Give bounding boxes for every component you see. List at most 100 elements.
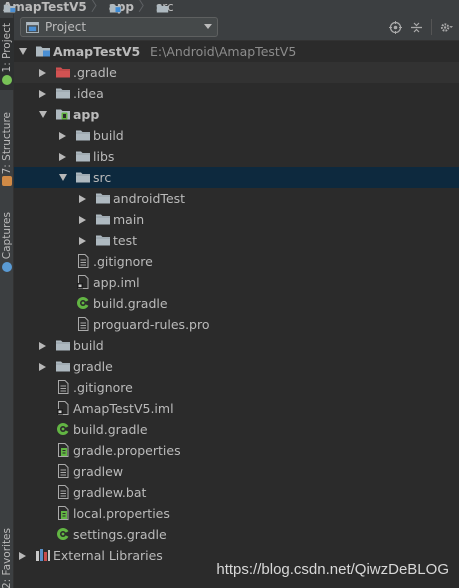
properties-file-icon	[55, 443, 71, 457]
tree-node-label: gradle.properties	[73, 443, 181, 458]
project-folder-icon	[3, 4, 16, 13]
tree-node[interactable]: .gitignore	[14, 377, 459, 398]
folder-icon	[55, 338, 71, 352]
tree-node[interactable]: build.gradle	[14, 293, 459, 314]
target-icon[interactable]	[389, 20, 402, 34]
breadcrumb-app[interactable]: app	[106, 0, 137, 14]
tree-node-label: build.gradle	[73, 422, 148, 437]
tree-node[interactable]: gradle	[14, 356, 459, 377]
collapsed-arrow-icon[interactable]	[38, 335, 47, 356]
folder-icon	[156, 4, 169, 13]
tree-node-label: app.iml	[93, 275, 140, 290]
tree-node[interactable]: gradle.properties	[14, 440, 459, 461]
folder-icon	[75, 149, 91, 163]
tree-node[interactable]: build	[14, 335, 459, 356]
chevron-down-icon	[204, 24, 212, 29]
tree-node[interactable]: androidTest	[14, 188, 459, 209]
tree-node[interactable]: build	[14, 125, 459, 146]
breadcrumb-separator: 〉	[138, 0, 153, 14]
collapsed-arrow-icon[interactable]	[78, 209, 87, 230]
properties-file-icon	[55, 506, 71, 520]
tool-tab-project[interactable]: 1: Project	[0, 18, 14, 90]
collapse-all-icon[interactable]	[410, 21, 423, 34]
collapsed-arrow-icon[interactable]	[38, 83, 47, 104]
collapsed-arrow-icon[interactable]	[78, 230, 87, 251]
tree-node-label: .gradle	[73, 65, 117, 80]
tree-node[interactable]: gradlew.bat	[14, 482, 459, 503]
tree-node[interactable]: libs	[14, 146, 459, 167]
breadcrumb-src[interactable]: src	[153, 0, 177, 14]
tree-node-label: gradlew	[73, 464, 124, 479]
iml-file-icon	[75, 275, 91, 289]
tree-node-label: proguard-rules.pro	[93, 317, 210, 332]
expanded-arrow-icon[interactable]	[18, 41, 27, 62]
folder-icon	[75, 128, 91, 142]
collapsed-arrow-icon[interactable]	[38, 62, 47, 83]
tree-node-label: src	[93, 170, 112, 185]
tree-node-label: .gitignore	[93, 254, 153, 269]
captures-icon	[2, 261, 12, 272]
tree-node-label: test	[113, 233, 138, 248]
folder-icon	[95, 191, 111, 205]
tree-node[interactable]: settings.gradle	[14, 524, 459, 545]
tree-node-label: gradle	[73, 359, 113, 374]
tree-node-label: main	[113, 212, 145, 227]
folder-icon	[95, 233, 111, 247]
breadcrumb-project[interactable]: AmapTestV5	[0, 0, 90, 14]
tree-node[interactable]: app	[14, 104, 459, 125]
tree-node-label: External Libraries	[53, 548, 163, 563]
tool-tab-captures[interactable]: Captures	[0, 208, 14, 276]
tree-node[interactable]: test	[14, 230, 459, 251]
collapsed-arrow-icon[interactable]	[78, 188, 87, 209]
project-view-icon	[26, 21, 39, 33]
collapsed-arrow-icon[interactable]	[58, 146, 67, 167]
tree-node-label: build	[93, 128, 124, 143]
expanded-arrow-icon[interactable]	[58, 167, 67, 188]
gradle-file-icon	[75, 296, 91, 310]
text-file-icon	[55, 464, 71, 478]
project-path: E:\Android\AmapTestV5	[150, 44, 297, 59]
collapsed-arrow-icon[interactable]	[38, 356, 47, 377]
tree-node-label: settings.gradle	[73, 527, 167, 542]
header-toolbar	[389, 19, 459, 35]
libraries-icon	[35, 548, 51, 562]
tree-node[interactable]: local.properties	[14, 503, 459, 524]
tool-tab-structure-label: 7: Structure	[1, 111, 13, 175]
tool-tab-structure[interactable]: 7: Structure	[0, 110, 14, 188]
tree-node-label: libs	[93, 149, 115, 164]
tree-node[interactable]: main	[14, 209, 459, 230]
tree-node[interactable]: src	[14, 167, 459, 188]
tree-node[interactable]: AmapTestV5 E:\Android\AmapTestV5	[14, 41, 459, 62]
left-tool-window-strip: 1: Project 7: Structure Captures 2: Favo…	[0, 14, 14, 588]
tree-node[interactable]: build.gradle	[14, 419, 459, 440]
gradle-file-icon	[55, 422, 71, 436]
toolbar-divider	[431, 19, 432, 35]
tree-node[interactable]: app.iml	[14, 272, 459, 293]
tree-node-label: AmapTestV5.iml	[73, 401, 174, 416]
folder-icon	[55, 86, 71, 100]
folder-icon	[75, 170, 91, 184]
tree-node-label: .idea	[73, 86, 104, 101]
tool-tab-favorites-label: 2: Favorites	[1, 527, 13, 588]
view-mode-select[interactable]: Project	[20, 17, 218, 37]
tree-node[interactable]: .gradle	[14, 62, 459, 83]
text-file-icon	[55, 380, 71, 394]
android-icon	[2, 74, 12, 85]
tool-tab-project-label: 1: Project	[1, 23, 13, 73]
collapsed-arrow-icon[interactable]	[58, 125, 67, 146]
tree-node[interactable]: proguard-rules.pro	[14, 314, 459, 335]
tree-node-label: local.properties	[73, 506, 170, 521]
tree-node[interactable]: gradlew	[14, 461, 459, 482]
tree-node-label: androidTest	[113, 191, 186, 206]
expanded-arrow-icon[interactable]	[38, 104, 47, 125]
gear-icon[interactable]	[440, 21, 453, 34]
tree-node-label: gradlew.bat	[73, 485, 147, 500]
tree-node[interactable]: AmapTestV5.iml	[14, 398, 459, 419]
project-folder-icon	[35, 44, 51, 58]
tree-node-label: .gitignore	[73, 380, 133, 395]
collapsed-arrow-icon[interactable]	[18, 545, 27, 566]
tree-node[interactable]: .idea	[14, 83, 459, 104]
tool-tab-favorites[interactable]: 2: Favorites	[0, 528, 14, 588]
project-tree[interactable]: AmapTestV5 E:\Android\AmapTestV5 .gradle .i…	[14, 41, 459, 588]
tree-node[interactable]: .gitignore	[14, 251, 459, 272]
